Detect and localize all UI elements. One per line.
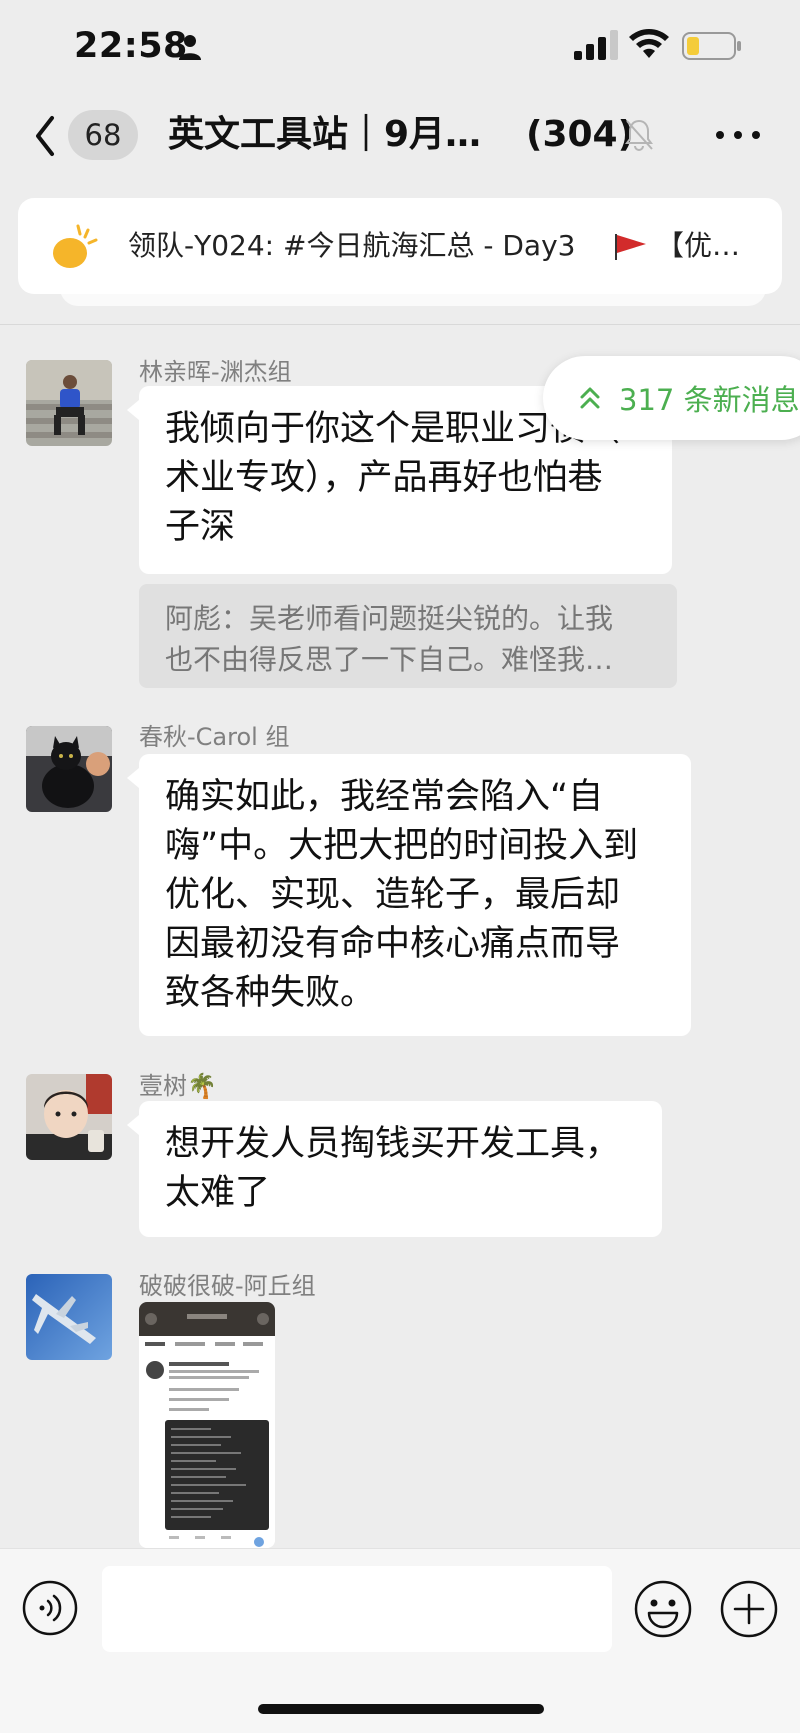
sender-name: 壹树🌴 xyxy=(139,1072,217,1100)
message-line: 确实如此，我经常会陷入“自 xyxy=(165,777,604,817)
home-indicator[interactable] xyxy=(258,1704,544,1714)
message-line: 子深 xyxy=(165,507,236,547)
red-flag-icon xyxy=(615,234,646,260)
double-chevron-up-icon xyxy=(580,387,600,409)
sender-name: 春秋-Carol 组 xyxy=(139,723,290,751)
voice-input-button[interactable] xyxy=(22,1580,78,1636)
bubble-tail xyxy=(127,768,139,788)
person-icon xyxy=(179,35,201,60)
more-actions-plus-button[interactable] xyxy=(720,1580,778,1638)
message-bubble[interactable]: 想开发人员掏钱买开发工具， 太难了 xyxy=(139,1101,662,1237)
avatar[interactable] xyxy=(26,726,112,812)
emoji-button[interactable] xyxy=(634,1580,692,1638)
bubble-tail xyxy=(127,400,139,420)
chat-title: 英文工具站｜9月… xyxy=(168,114,482,155)
mute-bell-icon xyxy=(625,119,653,151)
status-time: 22:58 xyxy=(74,26,188,66)
avatar[interactable] xyxy=(26,360,112,446)
new-messages-label: 317 条新消息 xyxy=(619,383,800,417)
divider xyxy=(0,324,800,325)
message-line: 想开发人员掏钱买开发工具， xyxy=(165,1124,621,1164)
message-bubble[interactable]: 确实如此，我经常会陷入“自 嗨”中。大把大把的时间投入到 优化、实现、造轮子，最… xyxy=(139,754,691,1036)
wifi-icon xyxy=(629,29,669,58)
quoted-message[interactable]: 阿彪：吴老师看问题挺尖锐的。让我 也不由得反思了一下自己。难怪我… xyxy=(139,584,677,688)
screenshot-thumbnail-image xyxy=(139,1302,275,1548)
avatar-photo-icon xyxy=(26,1074,112,1160)
sender-name: 破破很破-阿丘组 xyxy=(139,1272,316,1300)
sender-name: 林亲晖-渊杰组 xyxy=(139,358,292,386)
quote-line: 也不由得反思了一下自己。难怪我… xyxy=(165,643,614,676)
sun-icon xyxy=(53,224,98,268)
new-messages-button[interactable]: 317 条新消息 xyxy=(543,356,800,440)
battery-icon xyxy=(682,32,741,60)
cellular-signal-icon xyxy=(574,30,618,60)
pinned-text-continued: 【优… xyxy=(656,229,741,262)
more-options-button[interactable] xyxy=(712,118,764,152)
back-button[interactable] xyxy=(26,108,66,164)
avatar-photo-icon xyxy=(26,1274,112,1360)
message-line: 嗨”中。大把大把的时间投入到 xyxy=(165,826,639,866)
message-line: 术业专攻），产品再好也怕巷 xyxy=(165,458,603,498)
quote-line: 阿彪：吴老师看问题挺尖锐的。让我 xyxy=(165,602,614,635)
bubble-tail xyxy=(127,1115,139,1135)
pinned-text: 领队-Y024: #今日航海汇总 - Day3 xyxy=(128,229,576,262)
avatar-photo-icon xyxy=(26,360,112,446)
avatar-photo-icon xyxy=(26,726,112,812)
message-line: 因最初没有命中核心痛点而导 xyxy=(165,924,621,964)
image-message[interactable] xyxy=(139,1302,275,1548)
message-line: 致各种失败。 xyxy=(165,973,376,1013)
member-count: (304) xyxy=(526,114,635,155)
message-line: 太难了 xyxy=(165,1173,271,1213)
avatar[interactable] xyxy=(26,1074,112,1160)
avatar[interactable] xyxy=(26,1274,112,1360)
message-input[interactable] xyxy=(102,1566,612,1652)
unread-count-badge[interactable]: 68 xyxy=(68,110,138,160)
message-line: 优化、实现、造轮子，最后却 xyxy=(165,875,621,915)
